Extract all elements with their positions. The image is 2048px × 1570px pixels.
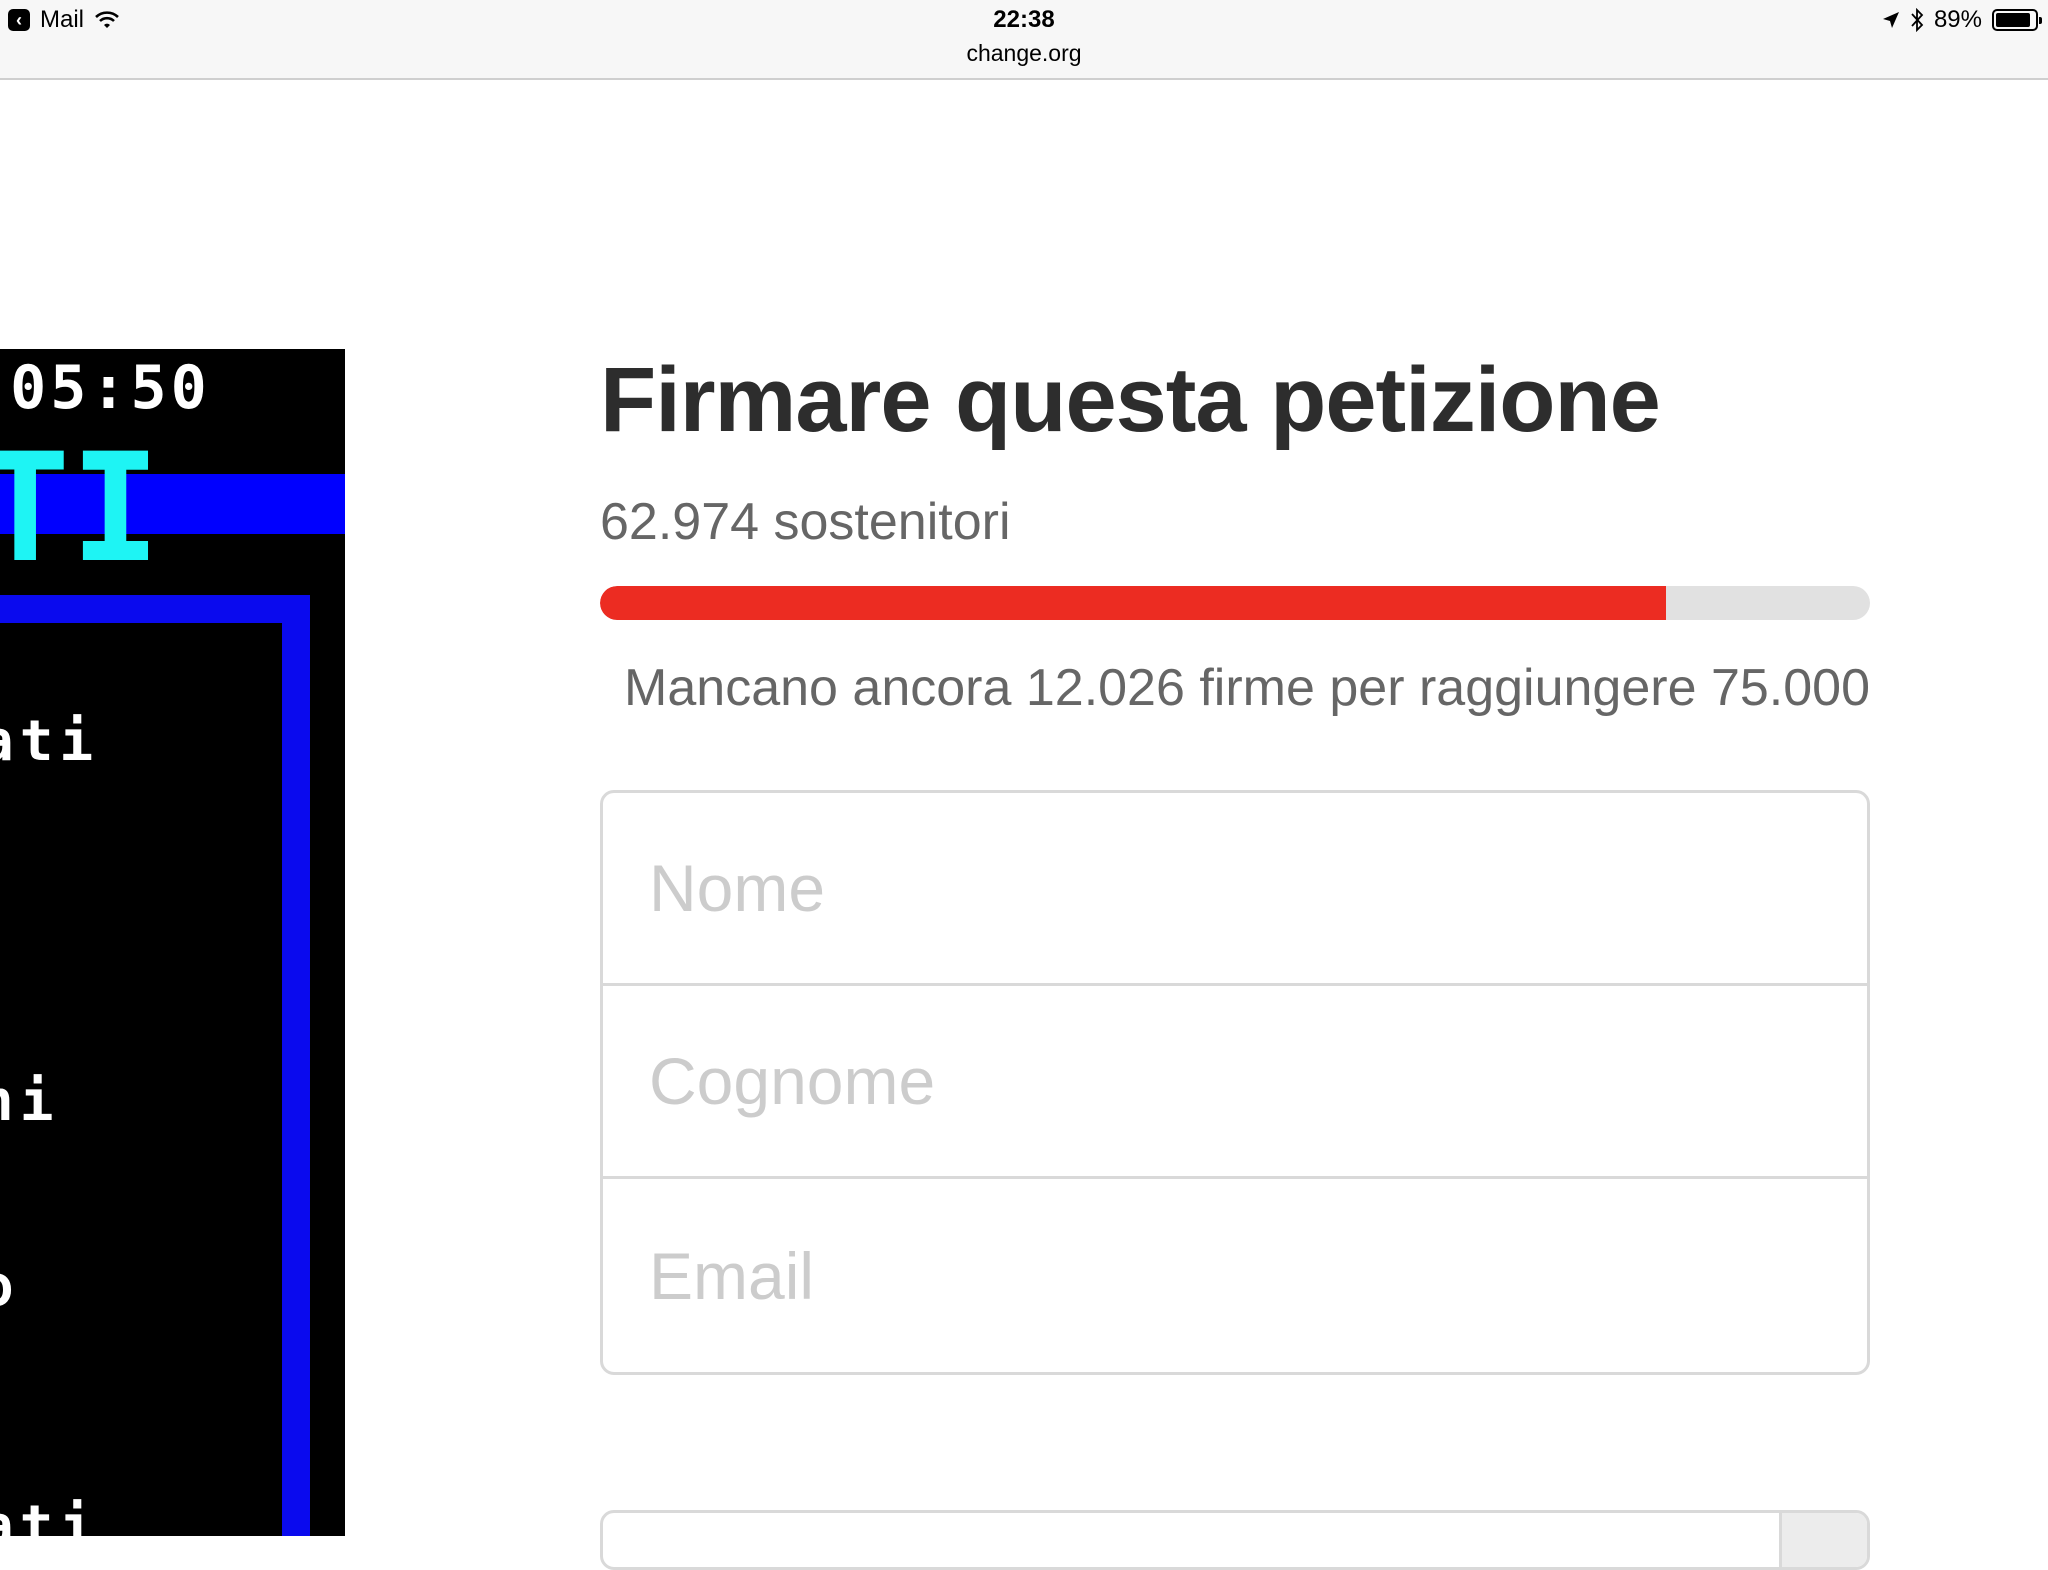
first-name-field-row <box>603 793 1867 986</box>
signature-progress-bar <box>600 586 1870 620</box>
email-input[interactable] <box>647 1236 1867 1315</box>
sign-form <box>600 790 1870 1375</box>
bluetooth-icon <box>1911 8 1924 32</box>
clock: 22:38 <box>993 6 1055 33</box>
petition-image[interactable]: :05:50 TI ati ni o ati <box>0 349 345 1536</box>
location-arrow-icon <box>1882 12 1899 28</box>
first-name-input[interactable] <box>647 849 1867 927</box>
status-bar: ‹ Mail 22:38 change.org 89% <box>0 0 2048 80</box>
last-name-input[interactable] <box>647 1042 1867 1120</box>
country-select[interactable] <box>600 1510 1870 1570</box>
sign-petition-panel: Firmare questa petizione 62.974 sostenit… <box>600 340 1870 1375</box>
teletext-line: o <box>0 1254 20 1319</box>
signature-progress-fill <box>600 586 1667 620</box>
battery-level <box>1996 13 2030 27</box>
supporters-count: 62.974 sostenitori <box>600 493 1011 551</box>
select-handle[interactable] <box>1779 1513 1867 1567</box>
teletext-line: ati <box>0 1494 100 1536</box>
teletext-logo: TI <box>0 422 161 596</box>
email-field-row <box>603 1179 1867 1372</box>
teletext-line: ni <box>0 1069 60 1134</box>
teletext-line: ati <box>0 709 100 774</box>
sign-title: Firmare questa petizione <box>600 349 1661 451</box>
last-name-field-row <box>603 986 1867 1179</box>
address-url[interactable]: change.org <box>0 40 2048 67</box>
teletext-clock: :05:50 <box>0 353 211 423</box>
remaining-signatures-text: Mancano ancora 12.026 firme per raggiung… <box>624 659 1870 717</box>
battery-icon <box>1992 9 2042 31</box>
battery-percent: 89% <box>1933 6 1982 33</box>
status-indicators: 89% <box>1882 6 2042 34</box>
